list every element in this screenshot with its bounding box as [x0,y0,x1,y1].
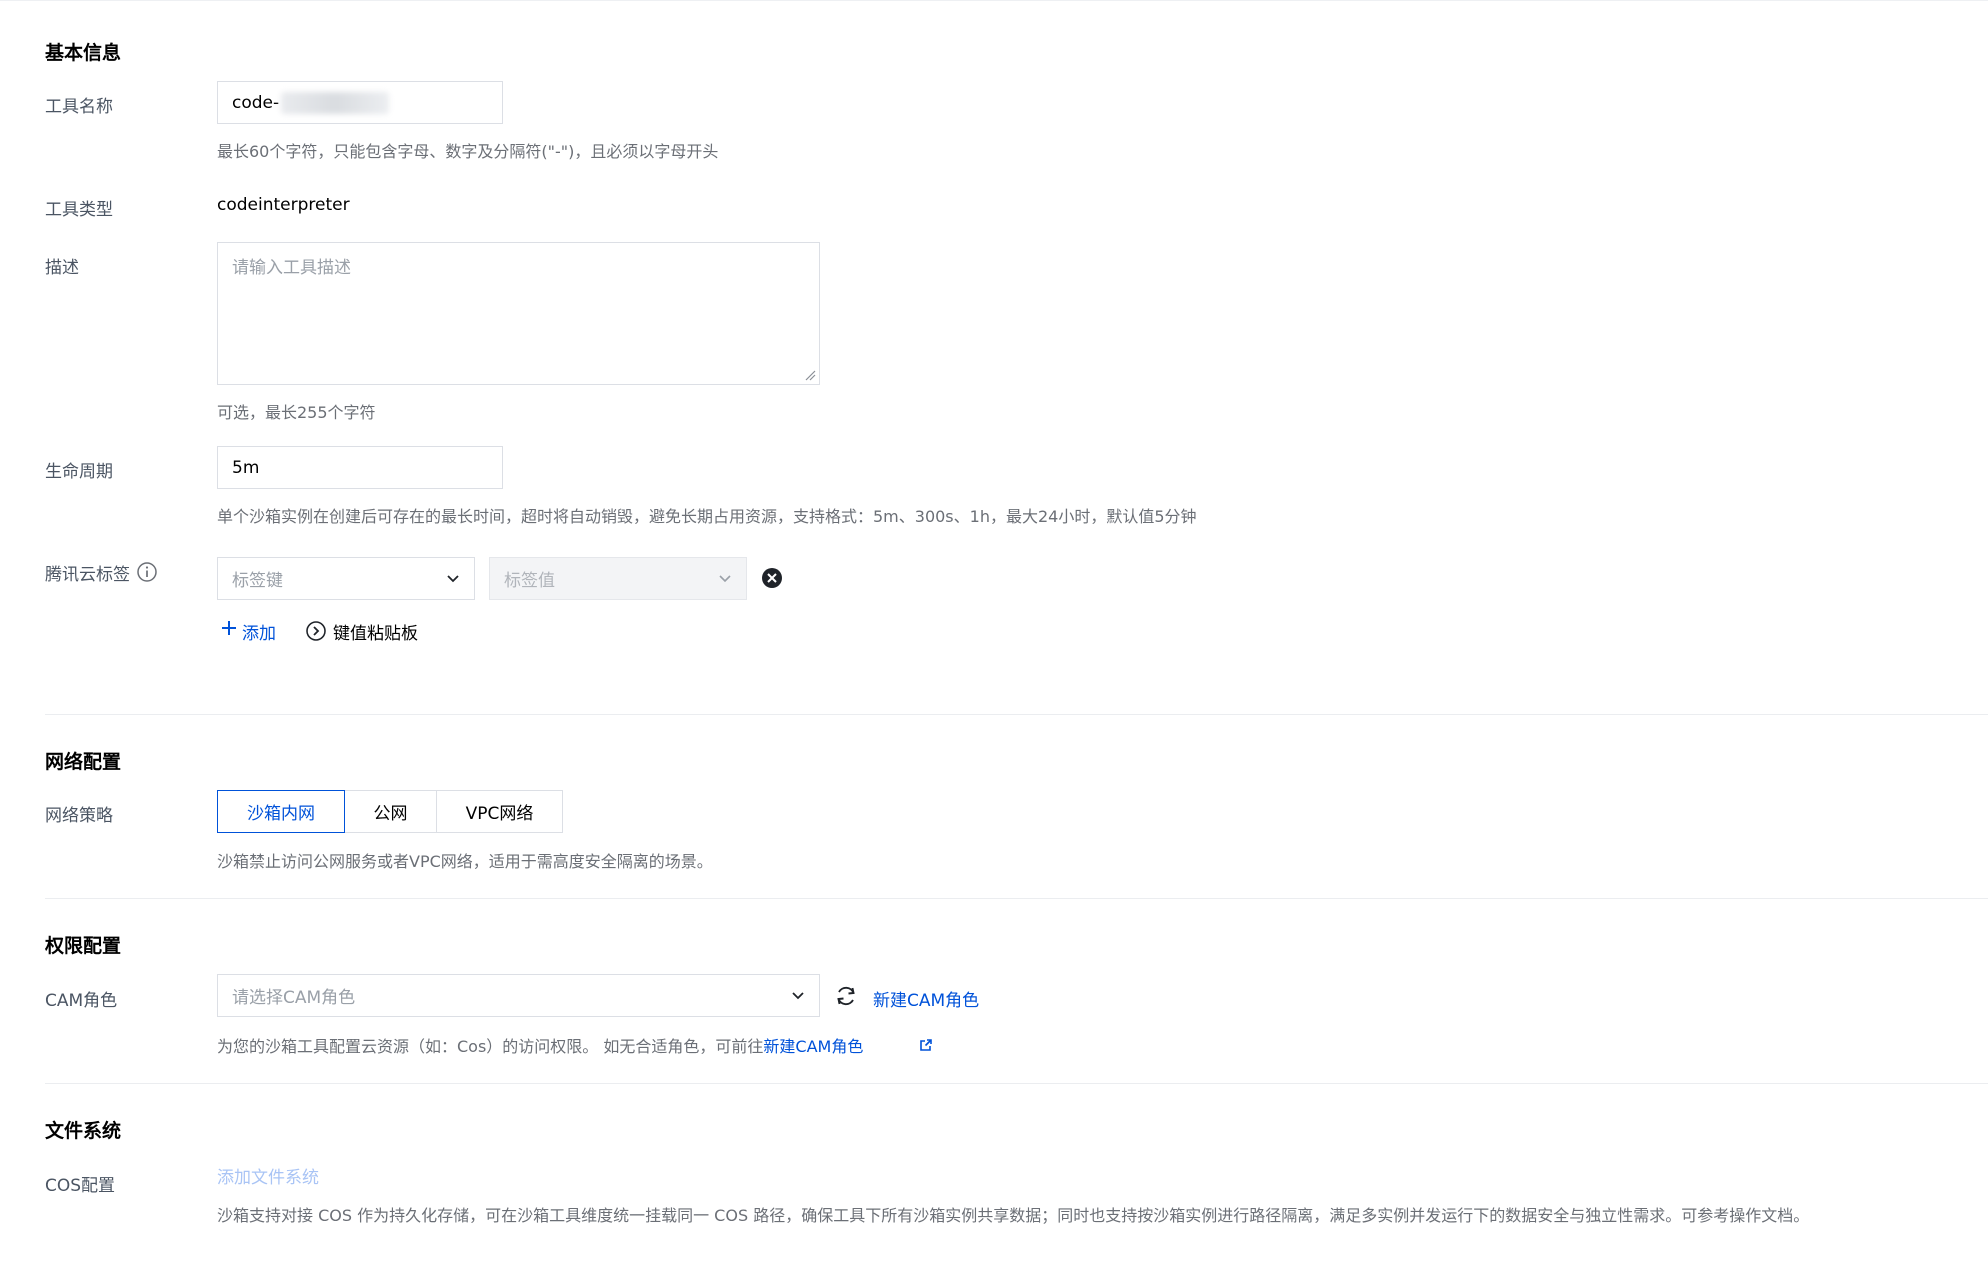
cos-config-help: 沙箱支持对接 COS 作为持久化存储，可在沙箱工具维度统一挂载同一 COS 路径… [217,1206,1810,1225]
description-help: 可选，最长255个字符 [217,403,376,422]
cam-role-placeholder: 请选择CAM角色 [232,988,356,1008]
section-divider [45,898,1988,899]
tool-name-label: 工具名称 [45,97,113,117]
tag-value-placeholder: 标签值 [504,571,555,591]
section-title-filesystem: 文件系统 [45,1120,122,1142]
cam-role-help: 为您的沙箱工具配置云资源（如：Cos）的访问权限。 如无合适角色，可前往新建CA… [217,1033,863,1057]
play-circle-icon[interactable] [305,620,327,642]
chevron-down-icon [447,574,459,582]
chevron-down-icon [719,574,731,582]
resize-grip-icon[interactable] [804,369,816,381]
section-divider [45,1083,1988,1084]
section-divider [45,714,1988,715]
refresh-icon[interactable] [834,984,858,1008]
network-option-sandbox[interactable]: 沙箱内网 [217,790,345,833]
section-title-basic: 基本信息 [45,42,122,64]
network-option-public[interactable]: 公网 [344,790,437,833]
clipboard-button[interactable]: 键值粘贴板 [333,619,418,644]
redacted-blur [281,91,390,114]
tool-name-input[interactable]: code- [217,81,503,124]
tool-name-help: 最长60个字符，只能包含字母、数字及分隔符("-")，且必须以字母开头 [217,142,719,161]
section-title-permission: 权限配置 [45,935,122,957]
tag-key-placeholder: 标签键 [232,571,283,591]
lifecycle-help: 单个沙箱实例在创建后可存在的最长时间，超时将自动销毁，避免长期占用资源，支持格式… [217,507,1197,526]
cam-role-select[interactable]: 请选择CAM角色 [217,974,820,1017]
create-cam-role-button[interactable]: 新建CAM角色 [873,986,979,1011]
description-label: 描述 [45,258,79,278]
tag-key-select[interactable]: 标签键 [217,557,475,600]
add-filesystem-link[interactable]: 添加文件系统 [217,1163,319,1188]
info-icon[interactable] [136,561,158,583]
cam-role-label: CAM角色 [45,991,118,1011]
cam-role-help-text: 为您的沙箱工具配置云资源（如：Cos）的访问权限。 如无合适角色，可前往 [217,1037,764,1056]
description-placeholder: 请输入工具描述 [232,258,351,278]
plus-icon[interactable] [221,620,237,636]
tags-label: 腾讯云标签 [45,565,130,585]
cam-role-help-link[interactable]: 新建CAM角色 [763,1037,863,1056]
lifecycle-value: 5m [232,457,260,478]
chevron-down-icon [792,991,804,999]
network-policy-label: 网络策略 [45,806,113,826]
tool-name-value: code- [232,92,280,113]
tool-type-label: 工具类型 [45,200,113,220]
lifecycle-input[interactable]: 5m [217,446,503,489]
tool-type-value: codeinterpreter [217,195,350,215]
external-link-icon[interactable] [918,1037,934,1053]
top-border [0,0,1988,1]
section-title-network: 网络配置 [45,751,122,773]
description-textarea[interactable]: 请输入工具描述 [217,242,820,385]
cos-config-label: COS配置 [45,1176,116,1196]
tag-value-select[interactable]: 标签值 [489,557,747,600]
lifecycle-label: 生命周期 [45,462,113,482]
network-option-vpc[interactable]: VPC网络 [436,790,563,833]
add-tag-button[interactable]: 添加 [242,619,276,644]
network-policy-help: 沙箱禁止访问公网服务或者VPC网络，适用于需高度安全隔离的场景。 [217,852,713,871]
clear-circle-icon[interactable] [761,567,783,589]
